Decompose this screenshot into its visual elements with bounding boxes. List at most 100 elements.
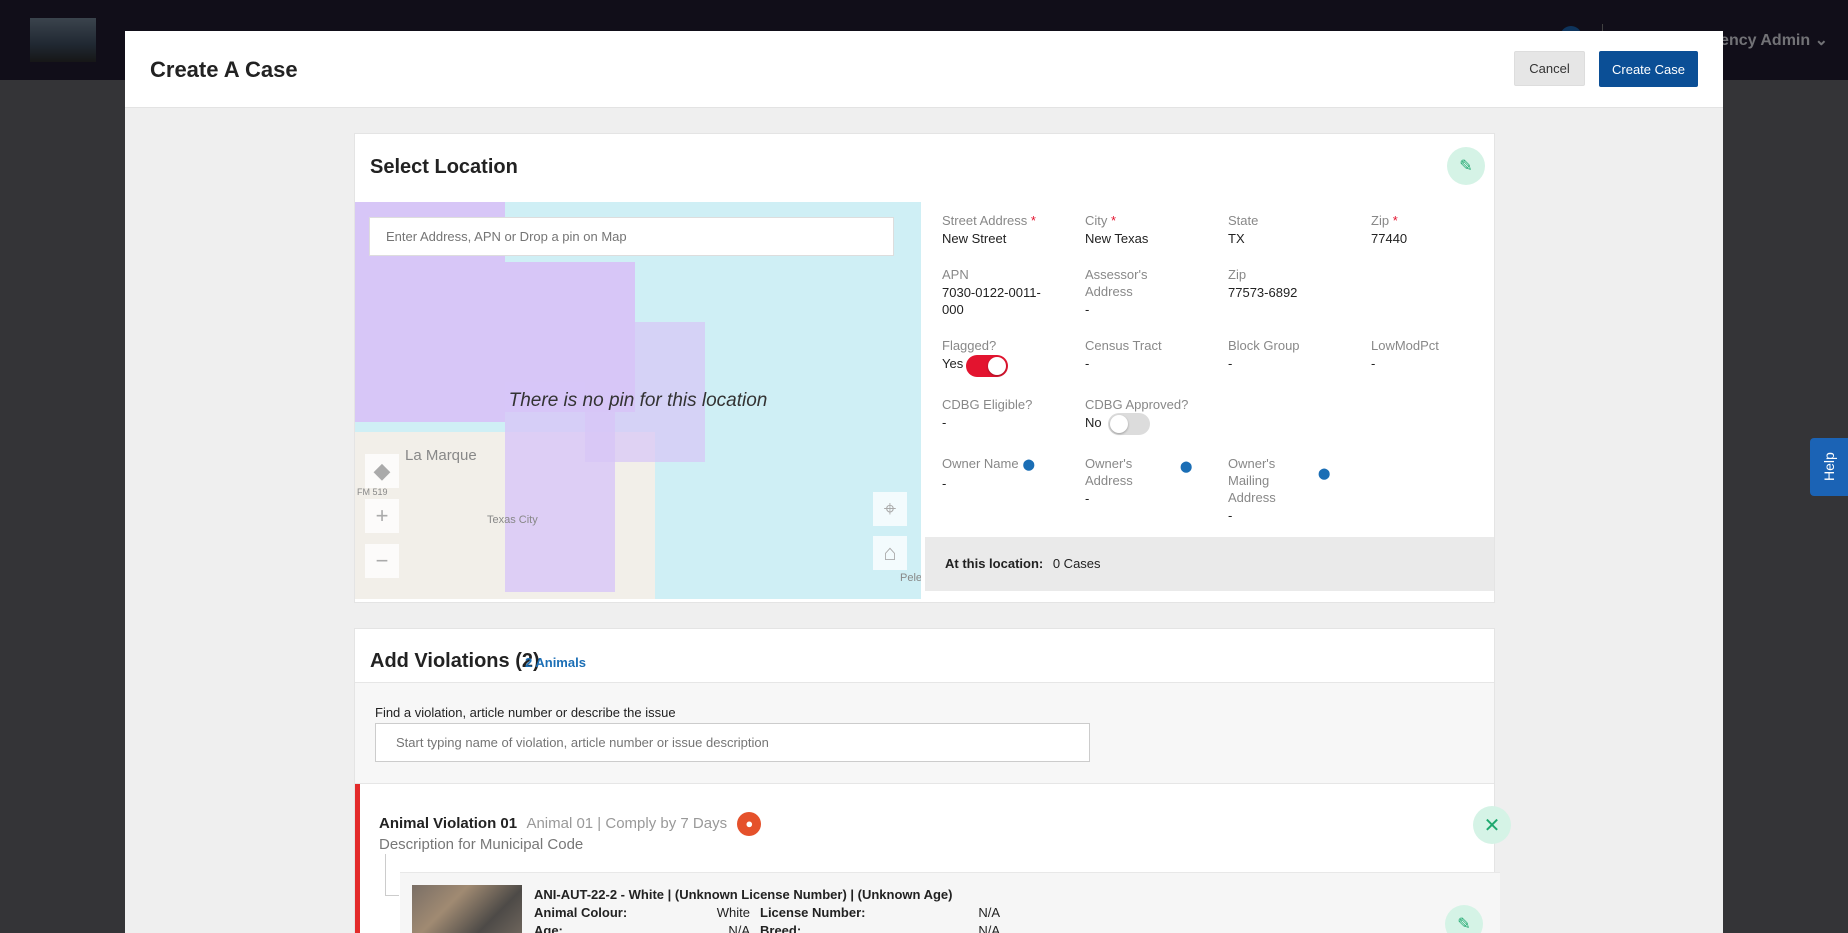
city-label: City [1085,213,1108,228]
flagged-label: Flagged? [942,338,997,353]
tree-connector [385,854,399,896]
add-violations-card: Add Violations (2) 2 Animals Find a viol… [354,628,1511,933]
map-area-label: Texas City [487,514,538,526]
owner-address-value: - [1085,491,1090,506]
city-value: New Texas [1085,231,1149,246]
breed-label: Breed: [760,923,802,933]
street-field: Street Address * New Street [942,212,1062,247]
state-value: TX [1228,231,1245,246]
violation-search-label: Find a violation, article number or desc… [375,705,676,720]
at-location-value[interactable]: 0 Cases [1053,556,1101,571]
map-pin-icon[interactable]: ⬤ [1180,460,1192,473]
modal-title: Create A Case [150,57,298,82]
breed-row: Breed: [760,923,801,933]
animal-card: ANI-AUT-22-2 - White | (Unknown License … [400,872,1500,933]
edit-location-button[interactable]: ✎ [1447,147,1485,185]
owner-mailing-field: Owner's Mailing Address - [1228,455,1348,524]
map-road-label: FM 519 [357,487,388,497]
map-pin-icon[interactable]: ⬤ [1023,459,1035,471]
select-location-card: Select Location ✎ There is no pin for th… [354,133,1495,603]
create-case-button[interactable]: Create Case [1599,51,1698,87]
block-value: - [1228,356,1233,371]
edit-animal-button[interactable]: ✎ [1445,905,1483,933]
cdbg-approved-label: CDBG Approved? [1085,397,1189,412]
assessor-label: Assessor's Address [1085,267,1148,299]
violation-search-area: Find a violation, article number or desc… [355,682,1494,784]
colour-label: Animal Colour: [534,905,628,920]
apn-value: 7030-0122-0011-000 [942,285,1041,317]
age-label: Age: [534,923,563,933]
census-field: Census Tract - [1085,337,1205,372]
zip-value: 77440 [1371,231,1408,246]
owner-name-field: Owner Name ⬤ - [942,455,1062,492]
at-location-label: At this location: [945,556,1044,571]
no-pin-message: There is no pin for this location [508,390,768,411]
paw-icon: ● [737,812,762,836]
zip2-value: 77573-6892 [1228,285,1298,300]
create-case-modal: Create A Case Cancel Create Case Select … [125,31,1723,933]
zoom-in-icon[interactable]: + [365,499,399,533]
census-value: - [1085,356,1090,371]
location-fields: Street Address * New Street City * New T… [922,202,1494,538]
location-title: Select Location [370,156,518,178]
flagged-toggle[interactable] [966,355,1008,377]
street-label: Street Address [942,213,1028,228]
assessor-field: Assessor's Address - [1085,266,1165,318]
pencil-icon: ✎ [1459,158,1473,175]
violation-header: Animal Violation 01 Animal 01 | Comply b… [379,812,762,836]
colour-row: Animal Colour: [534,905,627,920]
assessor-value: - [1085,302,1090,317]
at-location-bar: At this location: 0 Cases [925,537,1494,591]
license-label: License Number: [760,905,866,920]
pencil-icon: ✎ [1457,916,1471,933]
modal-header: Create A Case Cancel Create Case [125,31,1723,108]
license-row: License Number: [760,905,865,920]
animal-title: ANI-AUT-22-2 - White | (Unknown License … [534,887,953,902]
toggle-knob [988,357,1006,375]
breed-value: N/A [978,923,1000,933]
location-map[interactable]: There is no pin for this location La Mar… [355,202,921,599]
owner-address-label: Owner's Address [1085,456,1133,488]
owner-name-label: Owner Name [942,456,1019,471]
close-icon: ✕ [1483,814,1501,837]
remove-violation-button[interactable]: ✕ [1473,806,1511,844]
license-value: N/A [978,905,1000,920]
help-tab[interactable]: Help [1810,438,1848,496]
age-row: Age: [534,923,563,933]
owner-mailing-label: Owner's Mailing Address [1228,456,1276,505]
violation-description: Description for Municipal Code [379,836,584,853]
zip2-field: Zip 77573-6892 [1228,266,1348,301]
violation-name: Animal Violation 01 [379,814,518,832]
animal-photo [412,885,522,933]
cancel-button[interactable]: Cancel [1514,51,1585,86]
census-label: Census Tract [1085,338,1162,353]
map-town-label: La Marque [405,447,477,464]
cdbg-approved-toggle[interactable] [1108,413,1150,435]
owner-mailing-value: - [1228,508,1233,523]
zip2-label: Zip [1228,267,1247,282]
toggle-knob [1110,415,1128,433]
cdbg-eligible-label: CDBG Eligible? [942,397,1033,412]
cdbg-eligible-field: CDBG Eligible? - [942,396,1062,431]
building-icon[interactable]: ⌂ [873,536,907,570]
owner-name-value: - [942,476,947,491]
layers-icon[interactable]: ◆ [365,454,399,488]
zip-label: Zip [1371,213,1390,228]
apn-field: APN 7030-0122-0011-000 [942,266,1052,318]
animals-link[interactable]: 2 Animals [525,655,586,670]
map-search-input[interactable] [369,217,894,256]
locate-icon[interactable]: ⌖ [873,492,907,526]
state-label: State [1228,213,1259,228]
age-value: N/A [728,923,750,933]
lowmod-label: LowModPct [1371,338,1439,353]
zoom-out-icon[interactable]: − [365,544,399,578]
city-field: City * New Texas [1085,212,1205,247]
zip-field: Zip * 77440 [1371,212,1491,247]
block-field: Block Group - [1228,337,1348,372]
street-value: New Street [942,231,1007,246]
map-pin-icon[interactable]: ⬤ [1318,467,1330,480]
block-label: Block Group [1228,338,1300,353]
violations-title: Add Violations (2) [370,650,540,672]
violation-search-input[interactable] [375,723,1090,762]
lowmod-field: LowModPct - [1371,337,1491,372]
